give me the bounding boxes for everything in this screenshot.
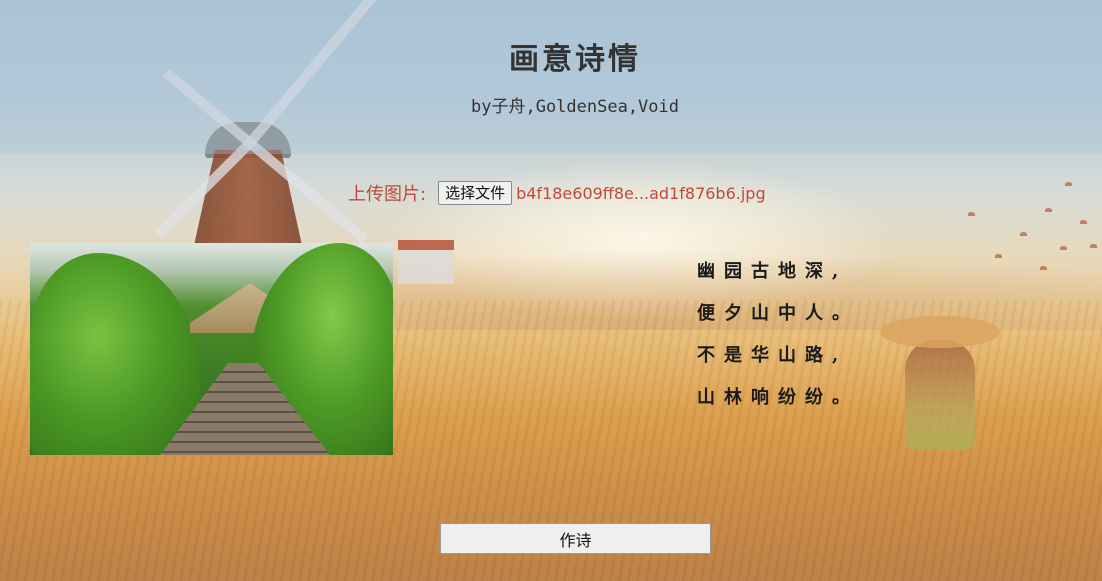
background-windmill-tower: [193, 150, 303, 250]
background-bird: [1090, 244, 1097, 248]
write-poem-button[interactable]: 作诗: [440, 523, 711, 554]
poem-line: 山林响纷纷。: [697, 387, 859, 408]
background-house: [398, 240, 454, 284]
background-bird: [968, 212, 975, 216]
background-bird: [1060, 246, 1067, 250]
upload-row: 上传图片: 选择文件 b4f18e609ff8e...ad1f876b6.jpg: [348, 180, 766, 206]
poem-line: 不是华山路,: [697, 345, 848, 366]
choose-file-button[interactable]: 选择文件: [438, 181, 513, 205]
upload-label: 上传图片:: [348, 184, 427, 205]
photo-foliage-left: [30, 253, 200, 455]
poem-line: 便夕山中人。: [697, 303, 859, 324]
page-title: 画意诗情: [509, 42, 641, 77]
selected-file-name: b4f18e609ff8e...ad1f876b6.jpg: [516, 183, 766, 203]
background-bird: [1045, 208, 1052, 212]
background-bird: [1020, 232, 1027, 236]
page-root: 画意诗情 by子舟,GoldenSea,Void 上传图片: 选择文件 b4f1…: [0, 0, 1102, 581]
generated-poem: 幽园古地深, 便夕山中人。 不是华山路, 山林响纷纷。: [697, 260, 927, 428]
background-bird: [1040, 266, 1047, 270]
background-bird: [995, 254, 1002, 258]
background-bird: [1065, 182, 1072, 186]
background-bird: [1080, 220, 1087, 224]
poem-line: 幽园古地深,: [697, 261, 848, 282]
page-subtitle: by子舟,GoldenSea,Void: [471, 97, 679, 117]
uploaded-photo-preview: [30, 243, 393, 455]
